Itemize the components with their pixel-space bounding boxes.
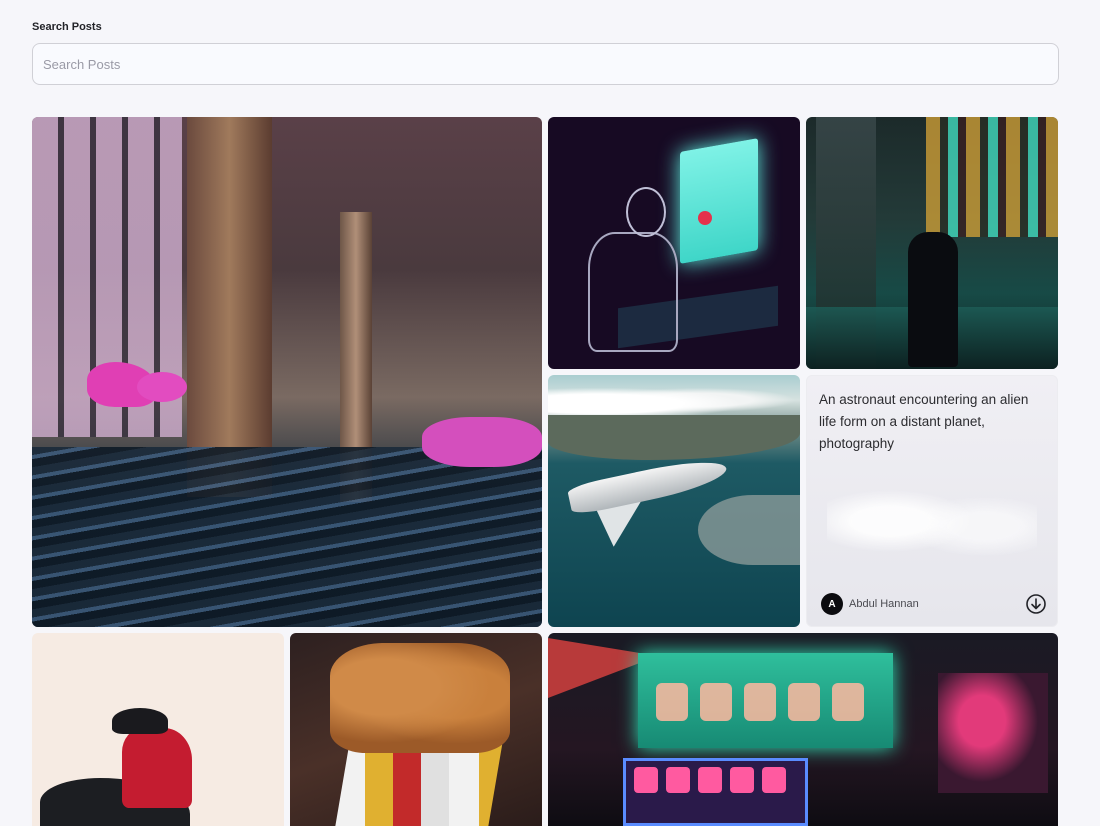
post-image-neon-city[interactable] (548, 633, 1058, 826)
post-image-bread-cube[interactable] (290, 633, 542, 826)
post-card-hover[interactable]: An astronaut encountering an alien life … (806, 375, 1058, 627)
post-author: A Abdul Hannan (821, 593, 919, 615)
author-name: Abdul Hannan (849, 598, 919, 610)
post-image-computer-figure[interactable] (548, 117, 800, 369)
post-prompt: An astronaut encountering an alien life … (819, 392, 1029, 451)
search-label: Search Posts (32, 21, 102, 33)
post-image-space-shuttle[interactable] (548, 375, 800, 627)
avatar: A (821, 593, 843, 615)
search-input[interactable] (32, 43, 1059, 85)
post-image-pool-interior[interactable] (32, 117, 542, 627)
post-image-samurai[interactable] (32, 633, 284, 826)
post-image-rainy-street[interactable] (806, 117, 1058, 369)
download-icon[interactable] (1025, 593, 1047, 615)
